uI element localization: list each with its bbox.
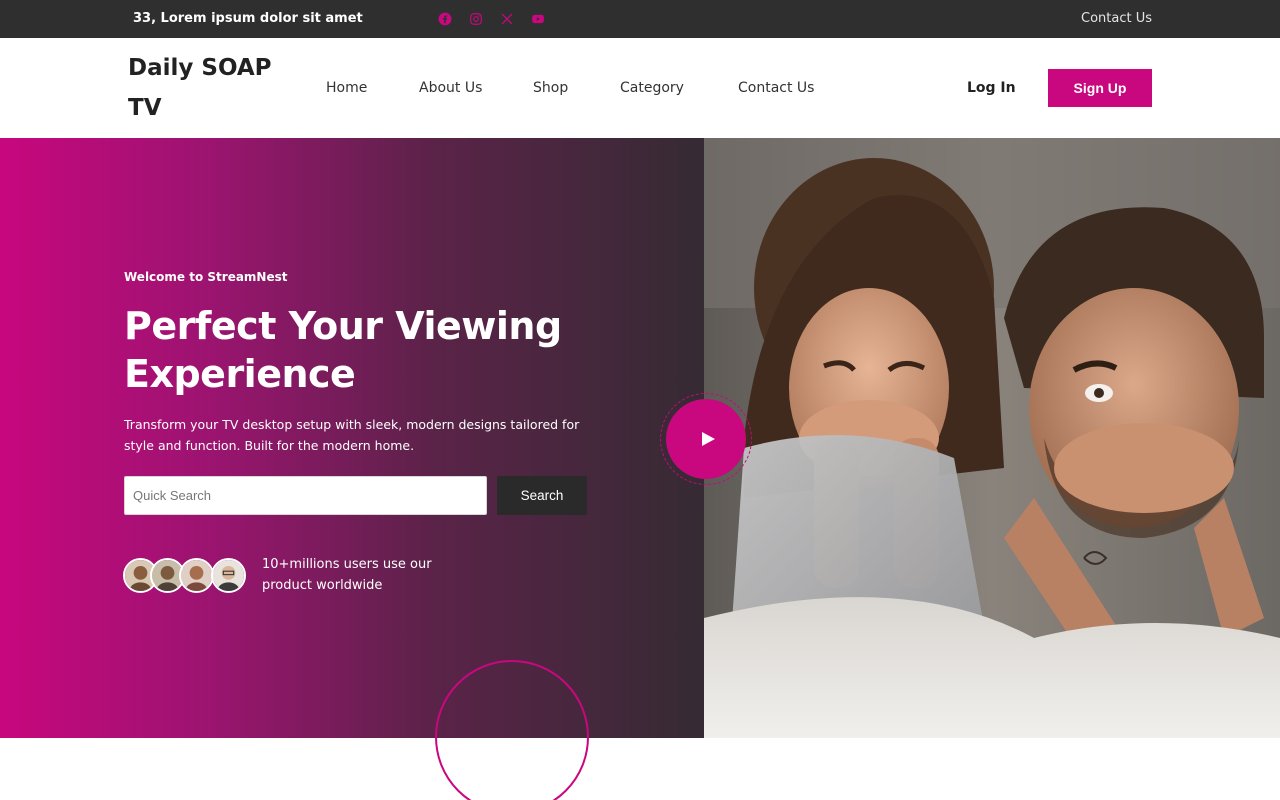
- address-text: 33, Lorem ipsum dolor sit amet: [133, 11, 363, 26]
- play-icon: [701, 432, 715, 446]
- hero-headline: Perfect Your Viewing Experience: [124, 304, 562, 396]
- nav-category[interactable]: Category: [620, 80, 684, 96]
- couple-watching-laptop-photo: [704, 138, 1280, 738]
- users-count-text: 10+millions users use our product worldw…: [262, 557, 432, 593]
- facebook-icon[interactable]: [438, 12, 452, 26]
- user-avatars: [123, 558, 253, 594]
- play-button[interactable]: [666, 399, 746, 479]
- avatar: [179, 558, 214, 593]
- youtube-icon[interactable]: [531, 12, 545, 26]
- site-header: Daily SOAP TV Home About Us Shop Categor…: [0, 38, 1280, 138]
- signup-button[interactable]: Sign Up: [1048, 69, 1152, 107]
- video-play-control[interactable]: [660, 393, 752, 485]
- nav-contact-us[interactable]: Contact Us: [738, 80, 814, 96]
- nav-home[interactable]: Home: [326, 80, 367, 96]
- top-bar: 33, Lorem ipsum dolor sit amet Contact U…: [0, 0, 1280, 38]
- nav-about-us[interactable]: About Us: [419, 80, 482, 96]
- site-logo[interactable]: Daily SOAP TV: [128, 48, 288, 128]
- hero-description: Transform your TV desktop setup with sle…: [124, 417, 580, 453]
- instagram-icon[interactable]: [469, 12, 483, 26]
- x-twitter-icon[interactable]: [500, 12, 514, 26]
- topbar-contact-link[interactable]: Contact Us: [1081, 11, 1152, 26]
- avatar: [211, 558, 246, 593]
- hero-section: Welcome to StreamNest Perfect Your Viewi…: [0, 138, 1280, 738]
- search-button[interactable]: Search: [497, 476, 587, 515]
- nav-shop[interactable]: Shop: [533, 80, 568, 96]
- social-links: [438, 12, 545, 26]
- login-link[interactable]: Log In: [967, 80, 1016, 96]
- quick-search-input[interactable]: [124, 476, 487, 515]
- welcome-tagline: Welcome to StreamNest: [124, 270, 288, 284]
- hero-image: [704, 138, 1280, 738]
